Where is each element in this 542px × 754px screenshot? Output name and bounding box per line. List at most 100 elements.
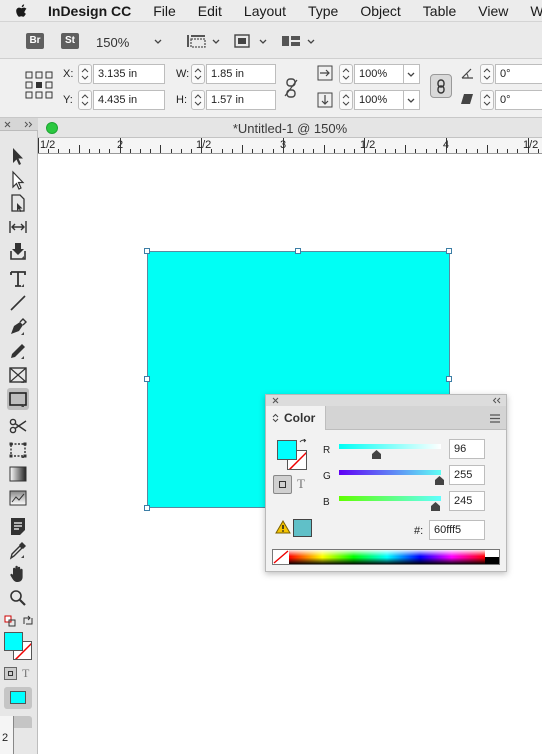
h-stepper[interactable] xyxy=(191,90,205,110)
menu-type[interactable]: Type xyxy=(308,3,338,19)
selection-tool[interactable] xyxy=(7,145,29,167)
horizontal-ruler[interactable]: 1/2 2 1/2 3 1/2 4 1/2 xyxy=(38,138,542,154)
panel-fill-swatch[interactable] xyxy=(277,440,297,460)
hex-field[interactable]: 60fff5 xyxy=(429,520,485,540)
fill-swatch[interactable] xyxy=(4,632,23,651)
scale-x-chevron-down-icon xyxy=(407,72,415,77)
menu-edit[interactable]: Edit xyxy=(198,3,222,19)
page-tool[interactable] xyxy=(7,192,29,214)
link-scale-button[interactable] xyxy=(430,74,452,98)
line-tool[interactable] xyxy=(7,292,29,314)
b-slider[interactable] xyxy=(339,496,441,501)
close-panel-icon[interactable] xyxy=(272,397,279,404)
swap-fill-stroke-icon[interactable] xyxy=(299,439,308,448)
expand-tools-icon[interactable] xyxy=(24,121,33,128)
rotate-field[interactable]: 0° xyxy=(495,64,542,84)
note-tool[interactable] xyxy=(7,515,29,537)
view-options-icon[interactable] xyxy=(186,33,208,49)
r-slider-thumb[interactable] xyxy=(372,450,381,459)
formatting-container-button[interactable] xyxy=(273,475,292,494)
view-options-chevron-down-icon[interactable] xyxy=(212,38,220,46)
menu-view[interactable]: View xyxy=(478,3,508,19)
out-of-gamut-warning-icon[interactable] xyxy=(275,520,291,534)
type-tool[interactable] xyxy=(7,268,29,290)
collapse-panel-icon[interactable] xyxy=(492,397,501,404)
tab-expand-icon[interactable] xyxy=(272,413,279,423)
rectangle-frame-tool[interactable] xyxy=(7,364,29,386)
eyedropper-tool[interactable] xyxy=(7,539,29,561)
formatting-text-button[interactable]: T xyxy=(22,666,29,681)
zoom-tool[interactable] xyxy=(7,587,29,609)
scale-x-field[interactable]: 100% xyxy=(354,64,404,84)
gradient-swatch-tool[interactable] xyxy=(7,463,29,485)
g-slider[interactable] xyxy=(339,470,441,475)
b-slider-thumb[interactable] xyxy=(431,502,440,511)
arrange-chevron-down-icon[interactable] xyxy=(307,38,315,46)
r-field[interactable]: 96 xyxy=(449,439,485,459)
selection-handle[interactable] xyxy=(144,505,150,511)
screen-mode-chevron-down-icon[interactable] xyxy=(259,38,267,46)
w-field[interactable]: 1.85 in xyxy=(206,64,276,84)
constrain-proportions-icon[interactable] xyxy=(283,77,299,99)
default-fill-stroke-icon[interactable] xyxy=(4,615,16,627)
x-field[interactable]: 3.135 in xyxy=(93,64,165,84)
in-gamut-swatch[interactable] xyxy=(293,519,312,537)
rotate-stepper[interactable] xyxy=(480,64,494,84)
g-field[interactable]: 255 xyxy=(449,465,485,485)
pen-tool[interactable] xyxy=(7,316,29,338)
scissors-tool[interactable] xyxy=(7,415,29,437)
apple-menu-icon[interactable] xyxy=(14,3,30,19)
menu-window[interactable]: Wind xyxy=(530,3,542,19)
selection-handle[interactable] xyxy=(295,248,301,254)
close-tools-icon[interactable] xyxy=(4,121,11,128)
direct-selection-tool[interactable] xyxy=(7,169,29,191)
scale-x-stepper[interactable] xyxy=(339,64,353,84)
scale-y-field[interactable]: 100% xyxy=(354,90,404,110)
shear-stepper[interactable] xyxy=(480,90,494,110)
free-transform-tool[interactable] xyxy=(7,439,29,461)
color-tab[interactable]: Color xyxy=(266,406,326,430)
color-spectrum-ramp[interactable] xyxy=(272,549,500,565)
selection-handle[interactable] xyxy=(446,248,452,254)
formatting-container-button[interactable] xyxy=(4,667,17,680)
gradient-feather-tool[interactable] xyxy=(7,487,29,509)
menu-file[interactable]: File xyxy=(153,3,176,19)
scale-y-stepper[interactable] xyxy=(339,90,353,110)
app-name-menu[interactable]: InDesign CC xyxy=(48,3,131,19)
swap-fill-stroke-icon[interactable] xyxy=(22,615,34,627)
g-slider-thumb[interactable] xyxy=(435,476,444,485)
stock-button[interactable]: St xyxy=(61,33,79,49)
w-stepper[interactable] xyxy=(191,64,205,84)
y-field[interactable]: 4.435 in xyxy=(93,90,165,110)
screen-mode-button[interactable] xyxy=(4,687,32,709)
bridge-button[interactable]: Br xyxy=(26,33,44,49)
shear-field[interactable]: 0° xyxy=(495,90,542,110)
zoom-level[interactable]: 150% xyxy=(96,35,129,50)
content-collector-tool[interactable] xyxy=(7,240,29,262)
y-stepper[interactable] xyxy=(78,90,92,110)
direct-selection-arrow-icon xyxy=(12,170,25,190)
formatting-text-button[interactable]: T xyxy=(297,476,305,492)
reference-point-icon[interactable] xyxy=(25,71,53,99)
arrange-documents-icon[interactable] xyxy=(281,33,301,49)
hand-tool[interactable] xyxy=(7,563,29,585)
x-stepper[interactable] xyxy=(78,64,92,84)
selection-handle[interactable] xyxy=(144,248,150,254)
scale-x-dropdown[interactable] xyxy=(404,64,420,84)
vertical-ruler[interactable]: 2 xyxy=(0,716,14,754)
scale-y-dropdown[interactable] xyxy=(404,90,420,110)
pencil-tool[interactable] xyxy=(7,340,29,362)
h-field[interactable]: 1.57 in xyxy=(206,90,276,110)
selection-handle[interactable] xyxy=(144,376,150,382)
gap-tool[interactable] xyxy=(7,216,29,238)
rectangle-tool[interactable] xyxy=(7,388,29,410)
b-field[interactable]: 245 xyxy=(449,491,485,511)
selection-handle[interactable] xyxy=(446,376,452,382)
screen-mode-icon[interactable] xyxy=(233,33,251,49)
panel-menu-icon[interactable] xyxy=(489,414,501,423)
menu-table[interactable]: Table xyxy=(423,3,456,19)
r-slider[interactable] xyxy=(339,444,441,449)
menu-layout[interactable]: Layout xyxy=(244,3,286,19)
zoom-chevron-down-icon[interactable] xyxy=(154,38,162,46)
menu-object[interactable]: Object xyxy=(360,3,400,19)
